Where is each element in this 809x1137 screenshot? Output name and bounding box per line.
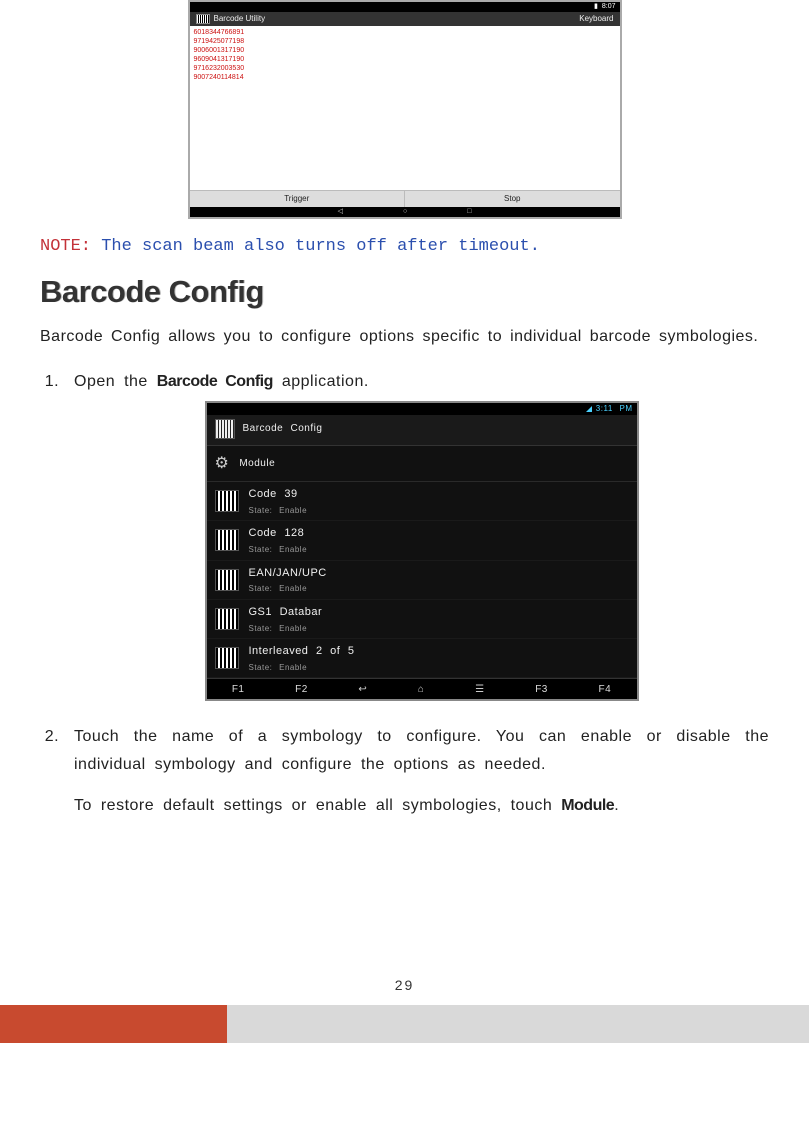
symbology-row[interactable]: Interleaved 2 of 5 State: Enable (207, 639, 637, 678)
symbology-state: State: Enable (249, 661, 355, 675)
scan-code: 9609041317190 (194, 55, 616, 64)
barcode-icon (215, 569, 239, 591)
action-buttons: Trigger Stop (190, 190, 620, 207)
trigger-button[interactable]: Trigger (190, 191, 406, 207)
step1-suffix: application. (273, 373, 369, 390)
android-nav-bar: ◁ ○ □ (190, 207, 620, 217)
footer-bar (0, 1005, 809, 1043)
module-row[interactable]: ⚙ Module (207, 446, 637, 482)
scan-results-list: 6018344766891 9719425077198 900600131719… (190, 26, 620, 190)
section-heading: Barcode Config (40, 274, 769, 310)
symbology-state: State: Enable (249, 622, 323, 636)
note-text: The scan beam also turns off after timeo… (101, 237, 540, 256)
barcode-icon (215, 608, 239, 630)
symbology-state: State: Enable (249, 543, 308, 557)
step2-module: Module (561, 797, 614, 814)
barcode-icon (196, 14, 210, 24)
status-time: 8:07 (602, 3, 616, 11)
status-bar: 3:11 PM (207, 403, 637, 415)
back-icon[interactable]: ◁ (338, 208, 343, 216)
recent-icon[interactable]: ☰ (475, 681, 484, 698)
symbology-name: EAN/JAN/UPC (249, 564, 327, 583)
step2-para2-c: . (614, 797, 619, 814)
screenshot-barcode-utility: ▮ 8:07 Barcode Utility Keyboard 60183447… (188, 0, 622, 219)
barcode-icon (215, 529, 239, 551)
note: NOTE: The scan beam also turns off after… (40, 237, 769, 256)
symbology-row[interactable]: Code 128 State: Enable (207, 521, 637, 560)
footer-grey (227, 1005, 809, 1043)
symbology-name: GS1 Databar (249, 603, 323, 622)
app-header: Barcode Config (207, 415, 637, 446)
step2-para2-a: To restore default settings or enable al… (74, 797, 561, 814)
screenshot-barcode-config: 3:11 PM Barcode Config ⚙ Module Code 39 … (205, 401, 639, 702)
scan-code: 9006001317190 (194, 46, 616, 55)
scan-code: 6018344766891 (194, 28, 616, 37)
battery-icon: ▮ (594, 3, 598, 11)
scan-code: 9719425077198 (194, 37, 616, 46)
keyboard-button[interactable]: Keyboard (579, 14, 613, 24)
app-title: Barcode Config (243, 420, 323, 437)
symbology-name: Code 39 (249, 485, 308, 504)
symbology-row[interactable]: GS1 Databar State: Enable (207, 600, 637, 639)
signal-icon (586, 406, 592, 412)
f2-key[interactable]: F2 (295, 681, 308, 698)
step1-app: Barcode Config (157, 373, 273, 390)
footer-accent (0, 1005, 227, 1043)
page-number: 29 (40, 977, 769, 993)
back-icon[interactable]: ↩ (358, 681, 367, 698)
symbology-row[interactable]: Code 39 State: Enable (207, 482, 637, 521)
app-title: Barcode Utility (214, 14, 266, 24)
module-label: Module (239, 455, 275, 472)
barcode-icon (215, 490, 239, 512)
symbology-name: Interleaved 2 of 5 (249, 642, 355, 661)
app-title-bar: Barcode Utility Keyboard (190, 12, 620, 26)
status-bar: ▮ 8:07 (190, 2, 620, 12)
scan-code: 9007240114814 (194, 73, 616, 82)
step1-prefix: Open the (74, 373, 157, 390)
f3-key[interactable]: F3 (535, 681, 548, 698)
step2-para2: To restore default settings or enable al… (74, 792, 769, 819)
barcode-icon (215, 647, 239, 669)
symbology-row[interactable]: EAN/JAN/UPC State: Enable (207, 561, 637, 600)
symbology-name: Code 128 (249, 524, 308, 543)
note-label: NOTE: (40, 237, 91, 256)
f1-key[interactable]: F1 (232, 681, 245, 698)
step2-para1: Touch the name of a symbology to configu… (74, 723, 769, 777)
stop-button[interactable]: Stop (405, 191, 620, 207)
symbology-state: State: Enable (249, 504, 308, 518)
step-2: Touch the name of a symbology to configu… (68, 723, 769, 819)
symbology-state: State: Enable (249, 582, 327, 596)
home-icon[interactable]: ○ (403, 208, 407, 216)
f4-key[interactable]: F4 (598, 681, 611, 698)
recent-icon[interactable]: □ (467, 208, 471, 216)
status-time: 3:11 PM (596, 402, 633, 416)
gear-icon: ⚙ (215, 450, 230, 477)
barcode-icon (215, 419, 235, 439)
scan-code: 9716232003530 (194, 64, 616, 73)
soft-key-bar: F1 F2 ↩ ⌂ ☰ F3 F4 (207, 678, 637, 699)
home-icon[interactable]: ⌂ (418, 681, 425, 698)
step-1: Open the Barcode Config application. 3:1… (68, 368, 769, 702)
intro-paragraph: Barcode Config allows you to configure o… (40, 324, 769, 350)
